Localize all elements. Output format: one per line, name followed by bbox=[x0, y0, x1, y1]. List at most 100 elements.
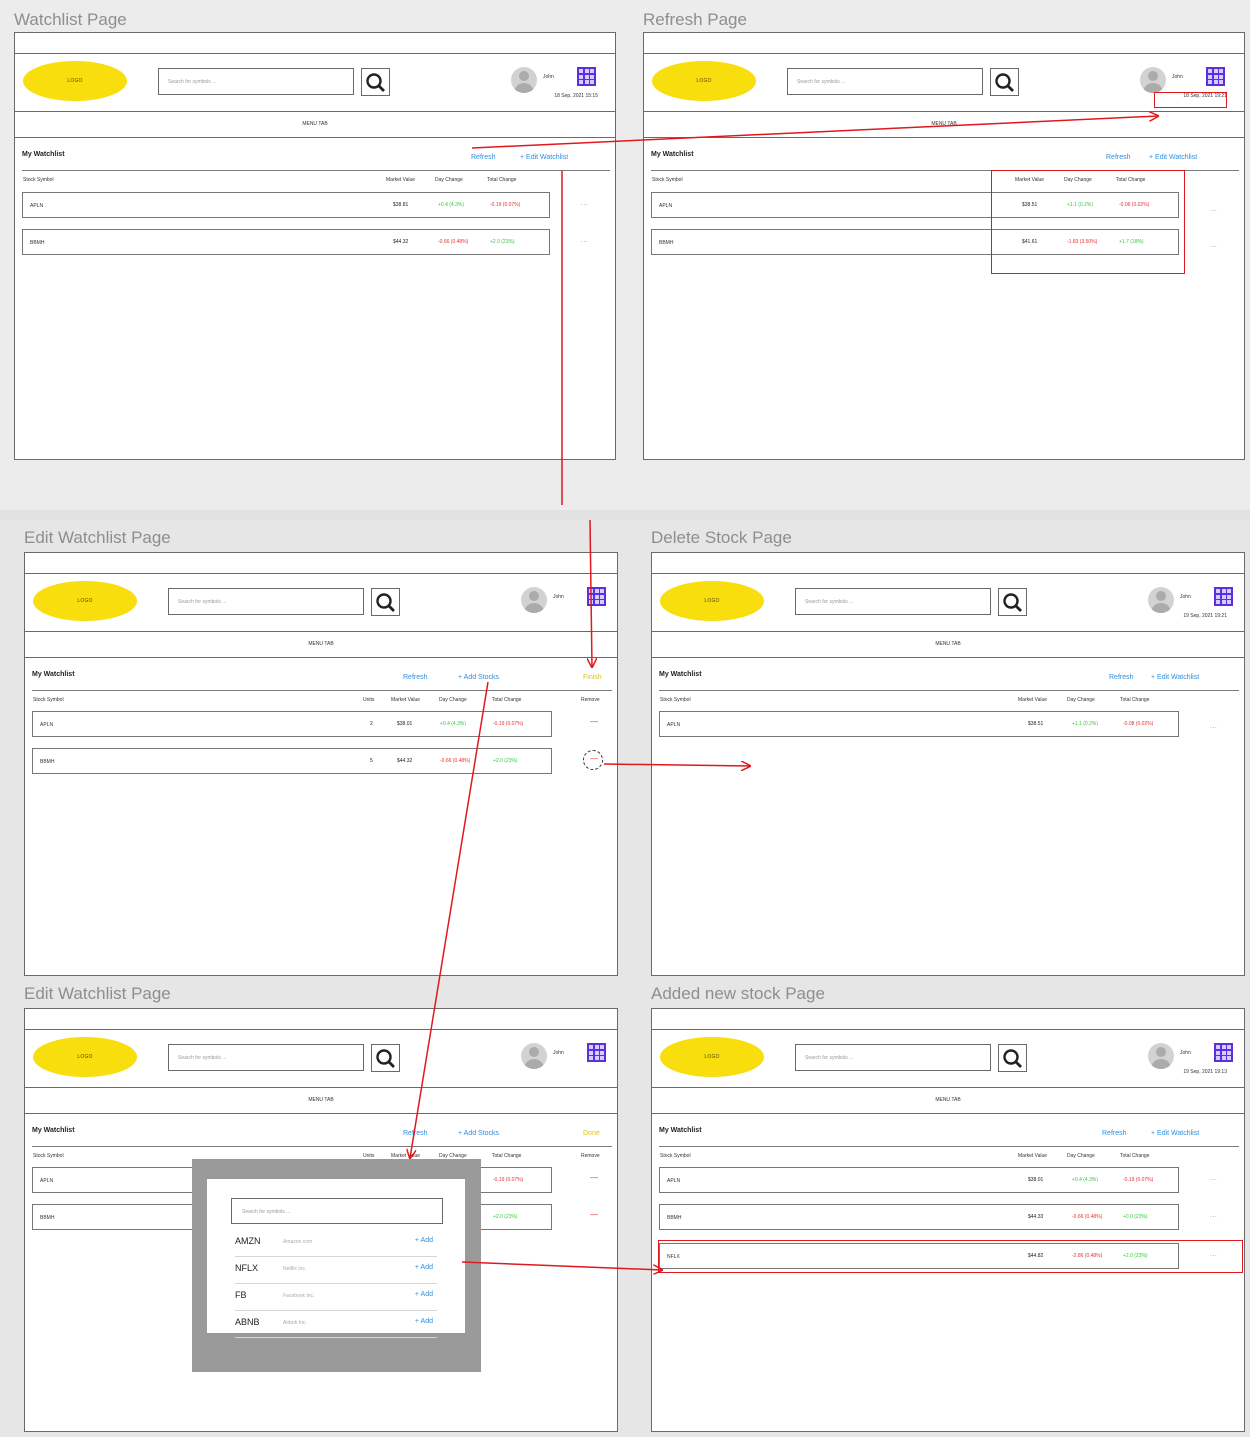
username: John bbox=[1172, 74, 1183, 80]
remove-button[interactable]: — bbox=[590, 1210, 598, 1219]
row-more-button[interactable]: ... bbox=[1210, 1175, 1217, 1182]
menu-tab[interactable]: MENU TAB bbox=[25, 632, 617, 658]
apps-grid-icon[interactable] bbox=[587, 587, 606, 606]
refresh-button[interactable]: Refresh bbox=[1109, 674, 1134, 681]
table-row[interactable]: BBMH $44.33 -0.66 (0.48%) +0.0 (23%) bbox=[659, 1204, 1179, 1230]
avatar[interactable] bbox=[511, 67, 537, 93]
logo[interactable]: LOGO bbox=[23, 61, 127, 101]
table-row[interactable]: APLN $38.81 +0.4 (4.3%) -0.19 (0.07%) bbox=[22, 192, 550, 218]
table-row[interactable]: APLN 2 $38.01 +0.4 (4.3%) -0.19 (0.07%) bbox=[32, 711, 552, 737]
col-header-units: Units bbox=[363, 697, 375, 703]
refresh-button[interactable]: Refresh bbox=[403, 674, 428, 681]
refresh-button[interactable]: Refresh bbox=[1106, 154, 1131, 161]
row-total-change: +0.0 (23%) bbox=[1123, 1214, 1148, 1220]
finish-button[interactable]: Finish bbox=[583, 674, 602, 681]
row-symbol: APLN bbox=[40, 1178, 54, 1184]
row-more-button[interactable]: ... bbox=[1210, 242, 1217, 249]
edit-watchlist-button[interactable]: + Edit Watchlist bbox=[1151, 674, 1199, 681]
search-button[interactable] bbox=[361, 68, 390, 96]
search-input[interactable]: Search for symbols ... bbox=[795, 1044, 991, 1071]
logo[interactable]: LOGO bbox=[652, 61, 756, 101]
menu-tab[interactable]: MENU TAB bbox=[652, 1088, 1244, 1114]
refresh-button[interactable]: Refresh bbox=[1102, 1130, 1127, 1137]
last-updated-timestamp: 19 Sep, 2021 19:21 bbox=[1183, 613, 1227, 619]
suggestion-symbol: NFLX bbox=[235, 1263, 259, 1273]
browser-top-bar bbox=[25, 553, 617, 574]
row-total-change: -0.19 (0.07%) bbox=[1123, 1177, 1154, 1183]
added-stock-page-frame: LOGO Search for symbols ... John 19 Sep,… bbox=[651, 1008, 1245, 1432]
avatar[interactable] bbox=[521, 587, 547, 613]
table-row[interactable]: BBMH $44.32 -0.66 (0.48%) +2.0 (23%) bbox=[22, 229, 550, 255]
avatar[interactable] bbox=[1140, 67, 1166, 93]
row-total-change: -0.19 (0.07%) bbox=[490, 202, 521, 208]
row-more-button[interactable]: ... bbox=[581, 200, 588, 207]
col-header-market-value: Market Value bbox=[391, 697, 421, 703]
add-stock-button[interactable]: + Add bbox=[415, 1291, 433, 1298]
edit-watchlist-button[interactable]: + Edit Watchlist bbox=[1151, 1130, 1199, 1137]
refresh-button[interactable]: Refresh bbox=[471, 154, 496, 161]
row-total-change: -0.08 (0.02%) bbox=[1123, 721, 1154, 727]
menu-tab[interactable]: MENU TAB bbox=[652, 632, 1244, 658]
apps-grid-icon[interactable] bbox=[1214, 1043, 1233, 1062]
search-icon bbox=[366, 73, 385, 92]
avatar[interactable] bbox=[521, 1043, 547, 1069]
row-symbol: APLN bbox=[667, 722, 681, 728]
logo[interactable]: LOGO bbox=[660, 1037, 764, 1077]
row-more-button[interactable]: ... bbox=[581, 237, 588, 244]
edit-watchlist-button[interactable]: + Edit Watchlist bbox=[1149, 154, 1197, 161]
row-market-value: $38.81 bbox=[393, 202, 409, 208]
avatar[interactable] bbox=[1148, 1043, 1174, 1069]
search-button[interactable] bbox=[371, 1044, 400, 1072]
apps-grid-icon[interactable] bbox=[577, 67, 596, 86]
dialog-search-input[interactable]: Search for symbols ... bbox=[231, 1198, 443, 1224]
suggestion-name: Amazon.com bbox=[283, 1239, 313, 1245]
remove-button[interactable]: — bbox=[590, 717, 598, 726]
add-stock-button[interactable]: + Add bbox=[415, 1264, 433, 1271]
add-stocks-button[interactable]: + Add Stocks bbox=[458, 674, 499, 681]
logo[interactable]: LOGO bbox=[660, 581, 764, 621]
search-input[interactable]: Search for symbols ... bbox=[168, 1044, 364, 1071]
search-button[interactable] bbox=[990, 68, 1019, 96]
refresh-button[interactable]: Refresh bbox=[403, 1130, 428, 1137]
search-button[interactable] bbox=[371, 588, 400, 616]
row-symbol: BBMH bbox=[667, 1215, 682, 1221]
search-input[interactable]: Search for symbols ... bbox=[158, 68, 354, 95]
suggestion-item: ABNB Airbnb Inc. + Add bbox=[235, 1310, 437, 1338]
row-more-button[interactable]: ... bbox=[1210, 206, 1217, 213]
values-highlight bbox=[991, 170, 1185, 274]
search-button[interactable] bbox=[998, 1044, 1027, 1072]
add-stocks-button[interactable]: + Add Stocks bbox=[458, 1130, 499, 1137]
row-market-value: $44.33 bbox=[1028, 1214, 1044, 1220]
search-input[interactable]: Search for symbols ... bbox=[787, 68, 983, 95]
add-stock-button[interactable]: + Add bbox=[415, 1318, 433, 1325]
apps-grid-icon[interactable] bbox=[1214, 587, 1233, 606]
suggestion-symbol: AMZN bbox=[235, 1236, 261, 1246]
menu-tab[interactable]: MENU TAB bbox=[644, 112, 1244, 138]
search-button[interactable] bbox=[998, 588, 1027, 616]
table-row[interactable]: APLN $38.01 +0.4 (4.3%) -0.19 (0.07%) bbox=[659, 1167, 1179, 1193]
row-day-change: +0.4 (4.3%) bbox=[438, 202, 464, 208]
table-row[interactable]: APLN $38.51 +1.1 (0.2%) -0.08 (0.02%) bbox=[659, 711, 1179, 737]
col-header-symbol: Stock Symbol bbox=[660, 697, 691, 703]
search-input[interactable]: Search for symbols ... bbox=[795, 588, 991, 615]
apps-grid-icon[interactable] bbox=[587, 1043, 606, 1062]
row-day-change: -0.66 (0.48%) bbox=[438, 239, 469, 245]
logo[interactable]: LOGO bbox=[33, 581, 137, 621]
menu-tab[interactable]: MENU TAB bbox=[25, 1088, 617, 1114]
row-more-button[interactable]: ... bbox=[1210, 723, 1217, 730]
col-header-market-value: Market Value bbox=[1018, 1153, 1048, 1159]
apps-grid-icon[interactable] bbox=[1206, 67, 1225, 86]
add-stock-button[interactable]: + Add bbox=[415, 1237, 433, 1244]
row-market-value: $44.32 bbox=[397, 758, 413, 764]
row-day-change: -0.66 (0.48%) bbox=[440, 758, 471, 764]
menu-tab[interactable]: MENU TAB bbox=[15, 112, 615, 138]
edit-watchlist-button[interactable]: + Edit Watchlist bbox=[520, 154, 568, 161]
row-more-button[interactable]: ... bbox=[1210, 1212, 1217, 1219]
avatar[interactable] bbox=[1148, 587, 1174, 613]
logo[interactable]: LOGO bbox=[33, 1037, 137, 1077]
remove-button[interactable]: — bbox=[590, 1173, 598, 1182]
table-row[interactable]: BBMH 5 $44.32 -0.66 (0.48%) +2.0 (23%) bbox=[32, 748, 552, 774]
search-input[interactable]: Search for symbols ... bbox=[168, 588, 364, 615]
add-stock-modal-overlay[interactable]: Search for symbols ... AMZN Amazon.com +… bbox=[192, 1159, 481, 1372]
done-button[interactable]: Done bbox=[583, 1130, 600, 1137]
